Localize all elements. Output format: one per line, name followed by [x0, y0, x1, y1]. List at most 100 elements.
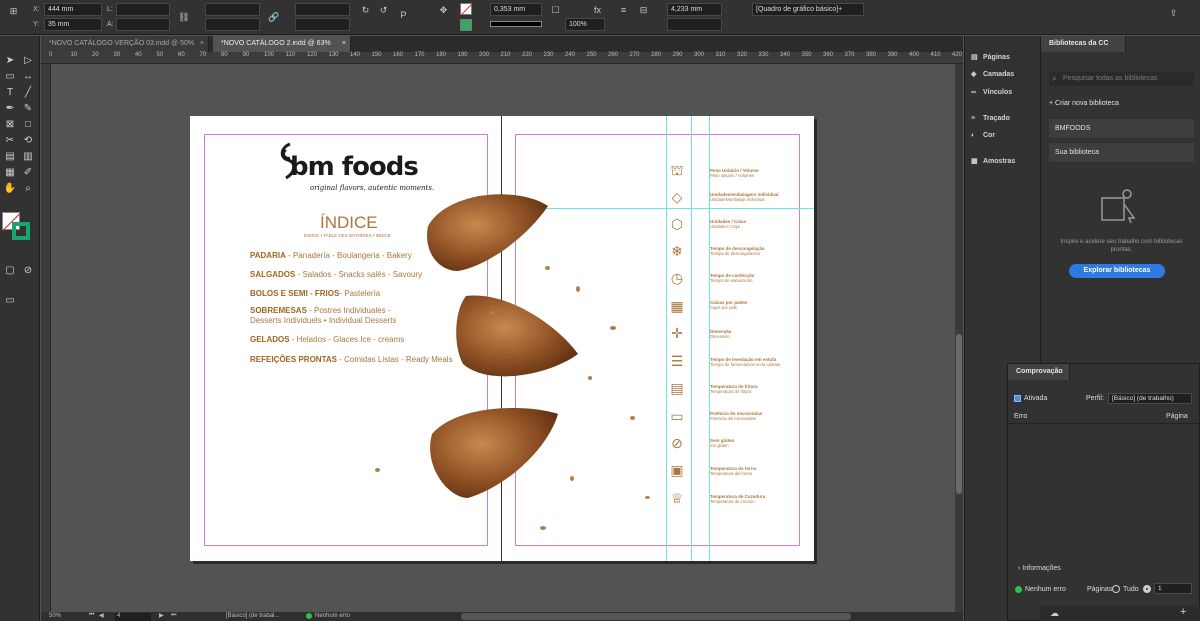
page-range-field[interactable]: 1	[1154, 583, 1192, 594]
prev-page-icon[interactable]: ◀	[99, 612, 104, 619]
rotation-field[interactable]	[295, 3, 350, 16]
create-library-link[interactable]: + Criar nova biblioteca	[1049, 100, 1119, 107]
stroke-weight-field[interactable]: 0,353 mm	[490, 3, 542, 16]
width-field[interactable]	[116, 3, 170, 16]
spacing-field[interactable]: 4,233 mm	[667, 3, 722, 16]
zoom-level[interactable]: 50%	[49, 613, 61, 619]
profile-select[interactable]: [Básico] (de trabalho)	[1108, 393, 1192, 404]
tab-document-1[interactable]: *NOVO CATÁLOGO VERÇÃO 03.indd @ 50% ×	[41, 36, 209, 52]
flip-icon[interactable]: P	[398, 10, 409, 21]
ruler-tick: 320	[737, 52, 748, 58]
direct-selection-tool-icon[interactable]: ▷	[21, 54, 35, 67]
x-position-field[interactable]: 444 mm	[44, 3, 102, 16]
zoom-tool-icon[interactable]: ⌕	[21, 182, 35, 195]
scroll-thumb[interactable]	[956, 334, 962, 494]
close-icon[interactable]: ×	[342, 36, 346, 52]
spec-subtitle: Tiempo de elaboración	[710, 278, 753, 283]
gradient-feather-tool-icon[interactable]: ▥	[21, 150, 35, 163]
screen-mode-icon[interactable]: ▭	[3, 294, 17, 307]
pencil-tool-icon[interactable]: ✎	[21, 102, 35, 115]
note-tool-icon[interactable]: ▦	[3, 166, 17, 179]
document-spread[interactable]: bm foods original flavors, autentic mome…	[190, 116, 814, 561]
hand-tool-icon[interactable]: ✋	[3, 182, 17, 195]
stroke-swatch[interactable]	[460, 19, 472, 31]
type-tool-icon[interactable]: T	[3, 86, 17, 99]
vertical-ruler[interactable]	[41, 64, 51, 612]
ruler-tick: 130	[328, 52, 339, 58]
y-position-field[interactable]: 35 mm	[44, 18, 102, 31]
close-icon[interactable]: ×	[200, 36, 204, 52]
spec-subtitle: Temperatura de cocción	[710, 499, 755, 504]
shear-field[interactable]	[295, 18, 350, 31]
page-column-header[interactable]: Página	[1166, 413, 1188, 420]
gap-tool-icon[interactable]: ↔	[21, 70, 35, 83]
library-search-input[interactable]: Pesquisar todas as bibliotecas	[1049, 72, 1194, 86]
info-toggle[interactable]: › Informações	[1018, 565, 1061, 572]
horizontal-scrollbar[interactable]	[461, 613, 851, 620]
height-field[interactable]	[116, 18, 170, 31]
eyedropper-tool-icon[interactable]: ✐	[21, 166, 35, 179]
all-pages-radio[interactable]	[1112, 585, 1120, 593]
rectangle-frame-tool-icon[interactable]: ⊠	[3, 118, 17, 131]
line-tool-icon[interactable]: ╱	[21, 86, 35, 99]
align-icon[interactable]: ⊟	[638, 5, 649, 16]
error-column-header[interactable]: Erro	[1014, 413, 1027, 420]
upload-icon[interactable]: ⇪	[1168, 8, 1179, 19]
selection-tool-icon[interactable]: ➤	[3, 54, 17, 67]
spec-subtitle: Cajas por palé	[710, 305, 738, 310]
scissors-tool-icon[interactable]: ✂	[3, 134, 17, 147]
panel-color[interactable]: ◐ Cor	[971, 129, 995, 143]
fx-icon[interactable]: fx	[592, 5, 603, 16]
profile-label: Perfil:	[1086, 395, 1104, 402]
panel-swatches[interactable]: ▦ Amostras	[971, 155, 1015, 169]
first-page-icon[interactable]: ⏮	[89, 612, 94, 619]
cloud-icon[interactable]: ☁	[1050, 608, 1059, 619]
next-page-icon[interactable]: ▶	[159, 612, 164, 619]
object-style-select[interactable]: [Quadro de gráfico básico]+	[752, 3, 864, 16]
preflight-profile[interactable]: [Básico] (de trabal...	[226, 613, 279, 619]
preflight-panel: Comprovação Ativada Perfil: [Básico] (de…	[1007, 363, 1200, 621]
box-icon: ⬡	[670, 216, 684, 232]
stroke-color-swatch[interactable]	[12, 222, 30, 240]
panel-links[interactable]: ∞ Vínculos	[971, 86, 1012, 100]
reference-point-icon[interactable]: ⊞	[8, 6, 19, 17]
horizontal-ruler[interactable]: 0 10 20 30 40 50 60 70 80 90 100 110 120 130 140 150 160…	[41, 52, 963, 64]
select-container-icon[interactable]: ✥	[438, 5, 449, 16]
formatting-icon[interactable]: ▢	[3, 264, 17, 277]
effects-icon[interactable]: ☐	[550, 5, 561, 16]
ruler-tick: 380	[866, 52, 877, 58]
ruler-tick: 30	[113, 52, 121, 58]
gradient-tool-icon[interactable]: ▤	[3, 150, 17, 163]
free-transform-tool-icon[interactable]: ⟲	[21, 134, 35, 147]
link-icon[interactable]: 🔗	[268, 12, 279, 23]
library-item[interactable]: BMFOODS	[1049, 119, 1194, 138]
pen-tool-icon[interactable]: ✒	[3, 102, 17, 115]
spacing-field-2[interactable]	[667, 18, 722, 31]
constrain-proportions-icon[interactable]: ⛓	[178, 12, 189, 23]
apply-none-icon[interactable]: ⊘	[21, 264, 35, 277]
page-number-field[interactable]: 4	[115, 613, 151, 621]
tab-document-2[interactable]: *NOVO CATÁLOGO 2.indd @ 63% ×	[213, 36, 351, 52]
rotate-icon[interactable]: ↻	[360, 5, 371, 16]
page-range-radio[interactable]	[1143, 585, 1151, 593]
stroke-type-select[interactable]	[490, 21, 542, 27]
page-tool-icon[interactable]: ▭	[3, 70, 17, 83]
add-icon[interactable]: +	[1180, 606, 1186, 618]
panel-layers[interactable]: ◈ Camadas	[971, 68, 1014, 82]
fill-swatch[interactable]	[460, 3, 473, 16]
scale-x-field[interactable]	[205, 3, 260, 16]
opacity-field[interactable]: 100%	[565, 18, 605, 31]
tab-preflight[interactable]: Comprovação	[1008, 364, 1070, 380]
vertical-scrollbar[interactable]	[955, 64, 963, 612]
preflight-on-checkbox[interactable]	[1014, 395, 1021, 402]
tab-cc-libraries[interactable]: Bibliotecas da CC	[1041, 36, 1126, 52]
panel-pages[interactable]: ▤ Páginas	[971, 51, 1010, 65]
explore-libraries-button[interactable]: Explorar bibliotecas	[1069, 264, 1165, 278]
rectangle-tool-icon[interactable]: □	[21, 118, 35, 131]
last-page-icon[interactable]: ⏭	[171, 612, 176, 619]
scale-y-field[interactable]	[205, 18, 260, 31]
library-item[interactable]: Sua biblioteca	[1049, 143, 1194, 162]
rotate-ccw-icon[interactable]: ↺	[378, 5, 389, 16]
text-wrap-icon[interactable]: ≡	[618, 5, 629, 16]
panel-stroke[interactable]: ≡ Traçado	[971, 112, 1010, 126]
